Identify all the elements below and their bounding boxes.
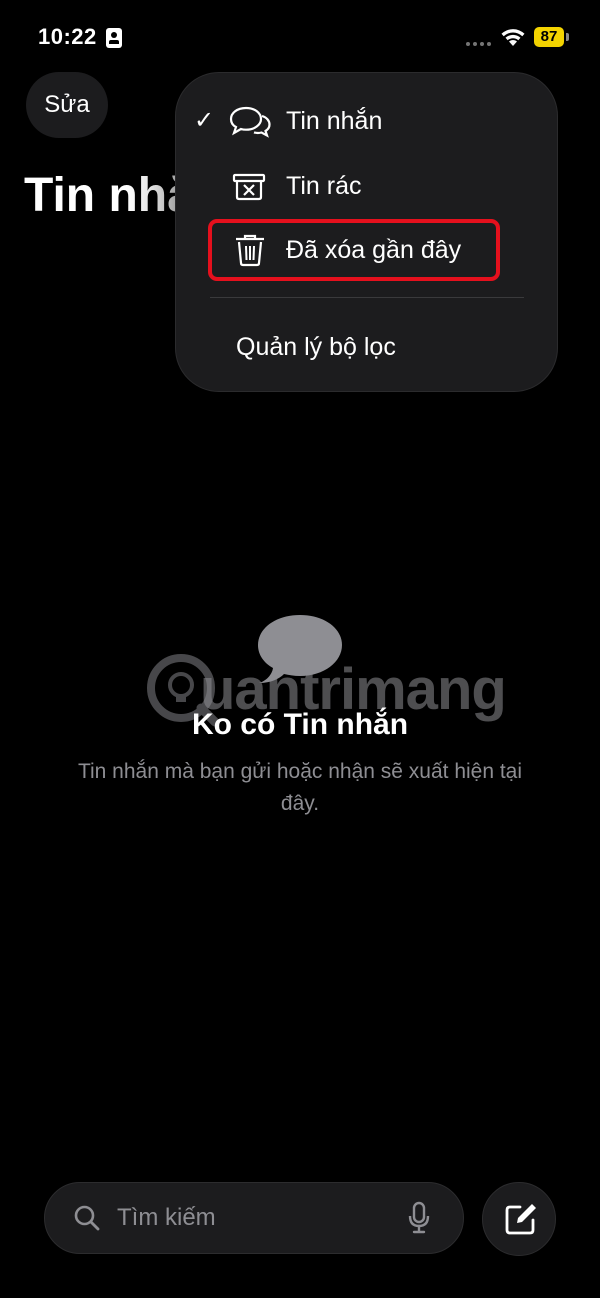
edit-button[interactable]: Sửa [26,72,108,138]
page-title: Tin nhắn [24,169,184,222]
compose-icon [505,1204,536,1235]
contact-card-icon [106,28,122,48]
menu-label-junk: Tin rác [286,172,362,200]
message-bubble-icon [258,615,342,683]
cellular-signal-icon [466,42,491,46]
menu-item-messages[interactable]: ✓ Tin nhắn [176,92,559,150]
empty-state-title: Ko có Tin nhắn [191,708,409,741]
wifi-icon [501,29,525,46]
status-bar: 10:22 87 [0,0,600,76]
highlight-annotation [208,219,500,281]
menu-label-messages: Tin nhắn [286,107,383,135]
empty-state-description: Tin nhắn mà bạn gửi hoặc nhận sẽ xuất hi… [77,760,523,815]
battery-tip [566,33,569,41]
menu-item-junk[interactable]: Tin rác [176,157,559,215]
search-bar[interactable]: Tìm kiếm [44,1182,464,1254]
checkmark-icon: ✓ [194,107,215,134]
menu-divider [210,297,524,298]
filter-menu: ✓ Tin nhắn Tin rác Đã xóa gần đây Quản l… [175,72,558,392]
messages-bubbles-icon [229,106,271,138]
junk-bin-icon [232,173,266,201]
manage-filters-item[interactable]: Quản lý bộ lọc [236,333,396,362]
search-icon [74,1205,100,1231]
compose-button[interactable] [482,1182,556,1256]
battery-indicator: 87 [534,27,564,47]
status-time: 10:22 [38,24,97,49]
search-placeholder[interactable]: Tìm kiếm [117,1204,216,1232]
microphone-icon[interactable] [407,1201,431,1235]
